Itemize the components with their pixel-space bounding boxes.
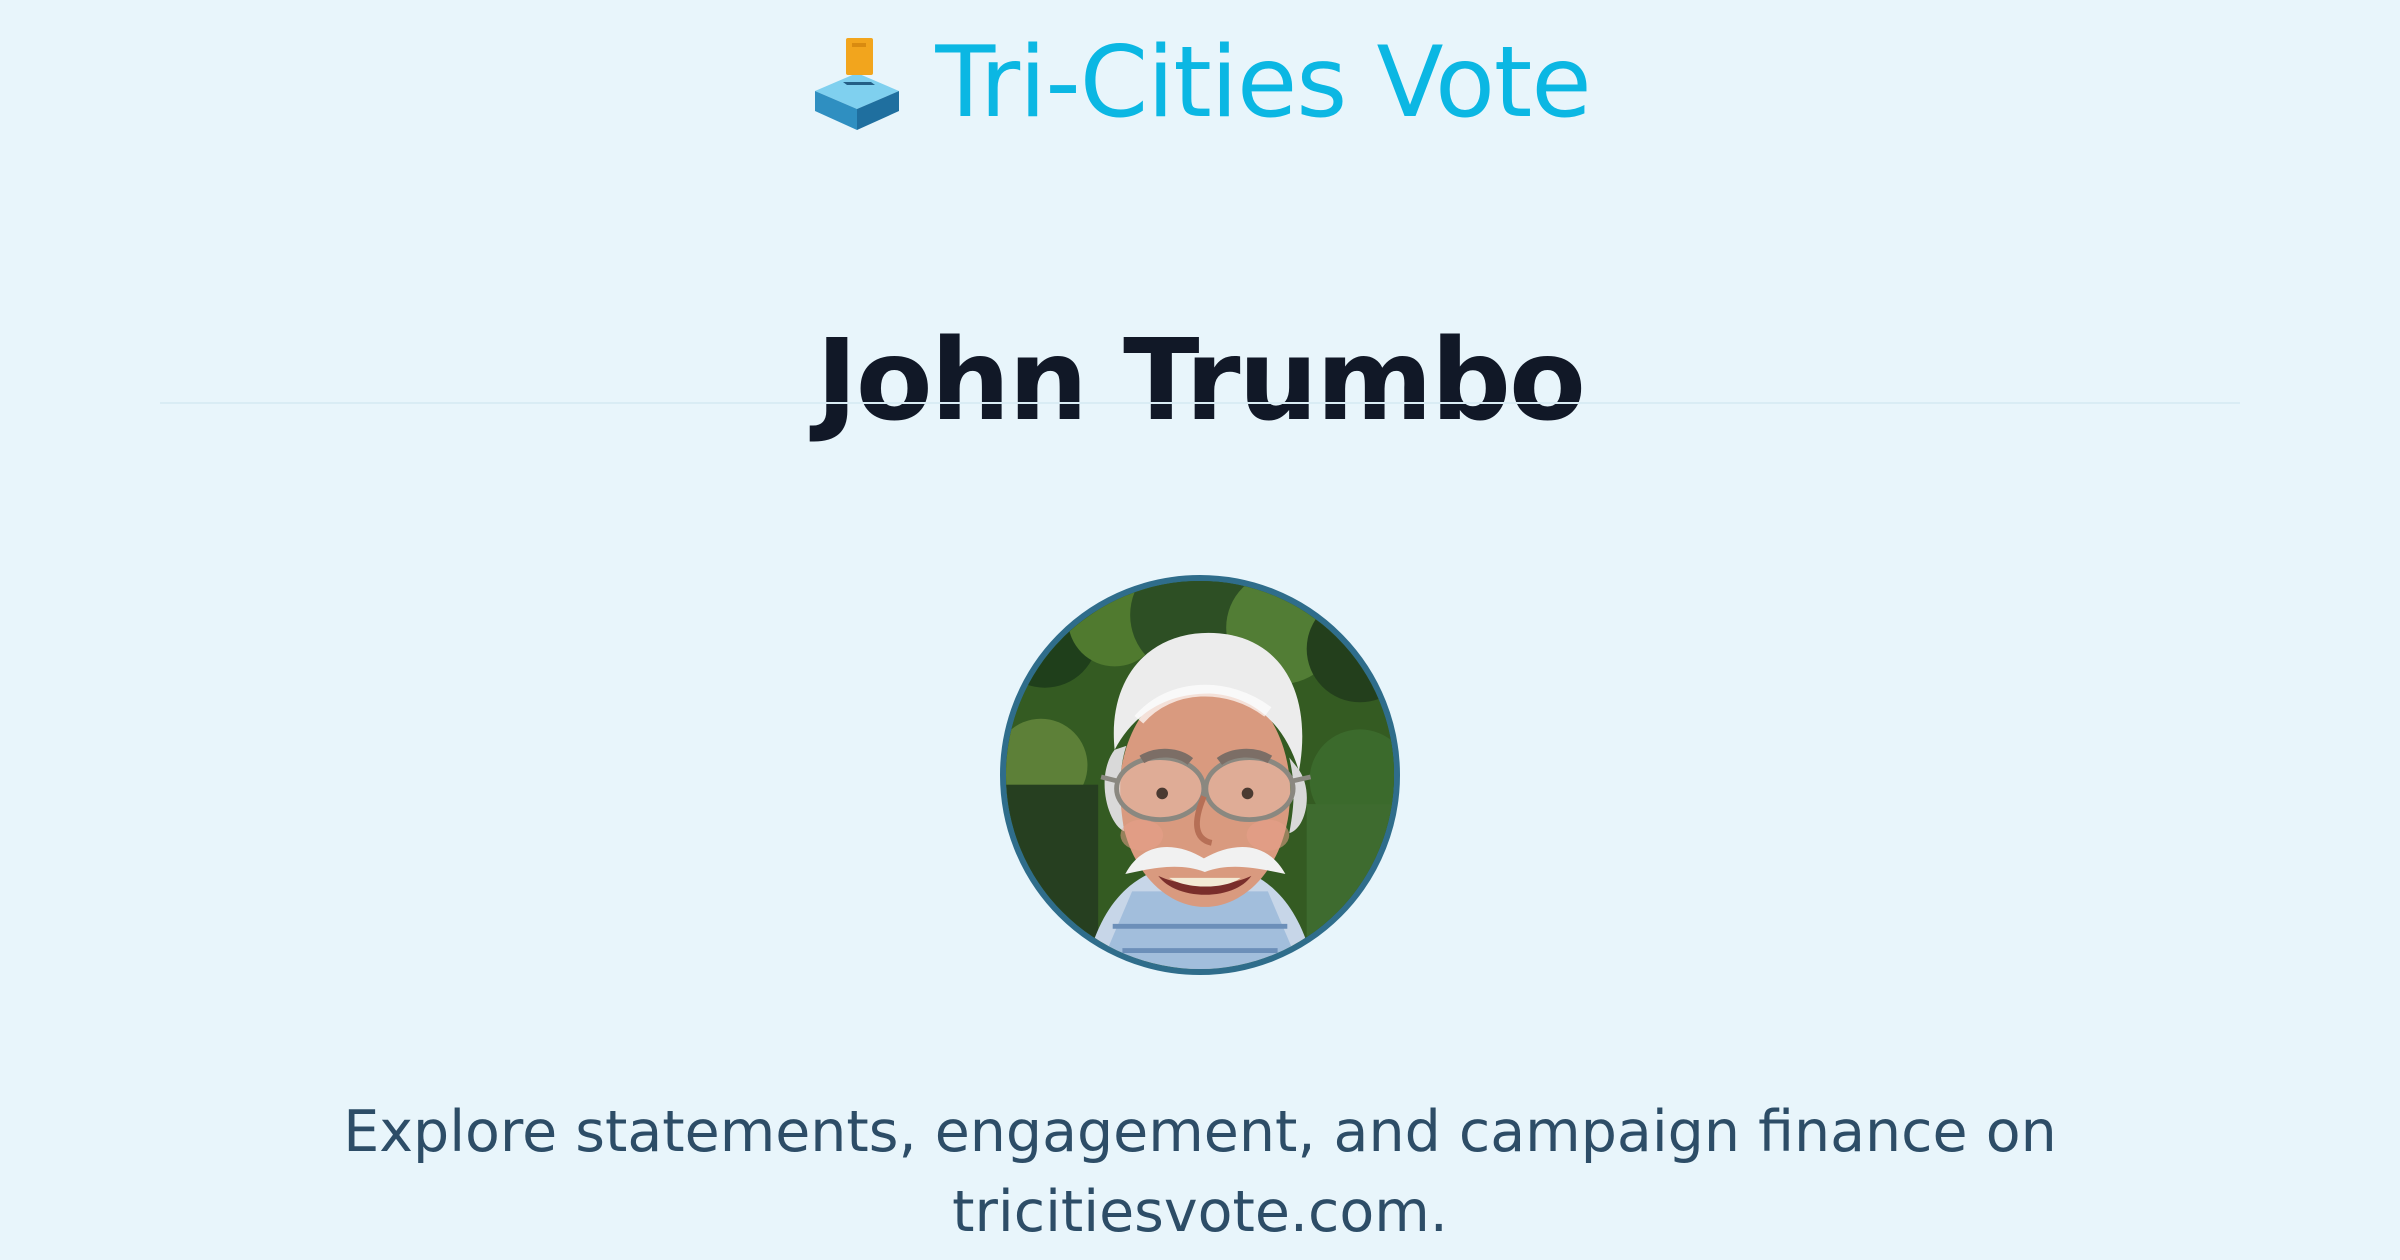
section-divider: [160, 402, 2240, 404]
candidate-photo: [1000, 575, 1400, 975]
candidate-summary: Explore statements, engagement, and camp…: [343, 1099, 2057, 1245]
site-brand: Tri-Cities Vote: [0, 18, 2400, 148]
site-name: Tri-Cities Vote: [935, 26, 1591, 140]
ballot-box-icon: [809, 35, 905, 131]
candidate-name: John Trumbo: [816, 316, 1586, 447]
